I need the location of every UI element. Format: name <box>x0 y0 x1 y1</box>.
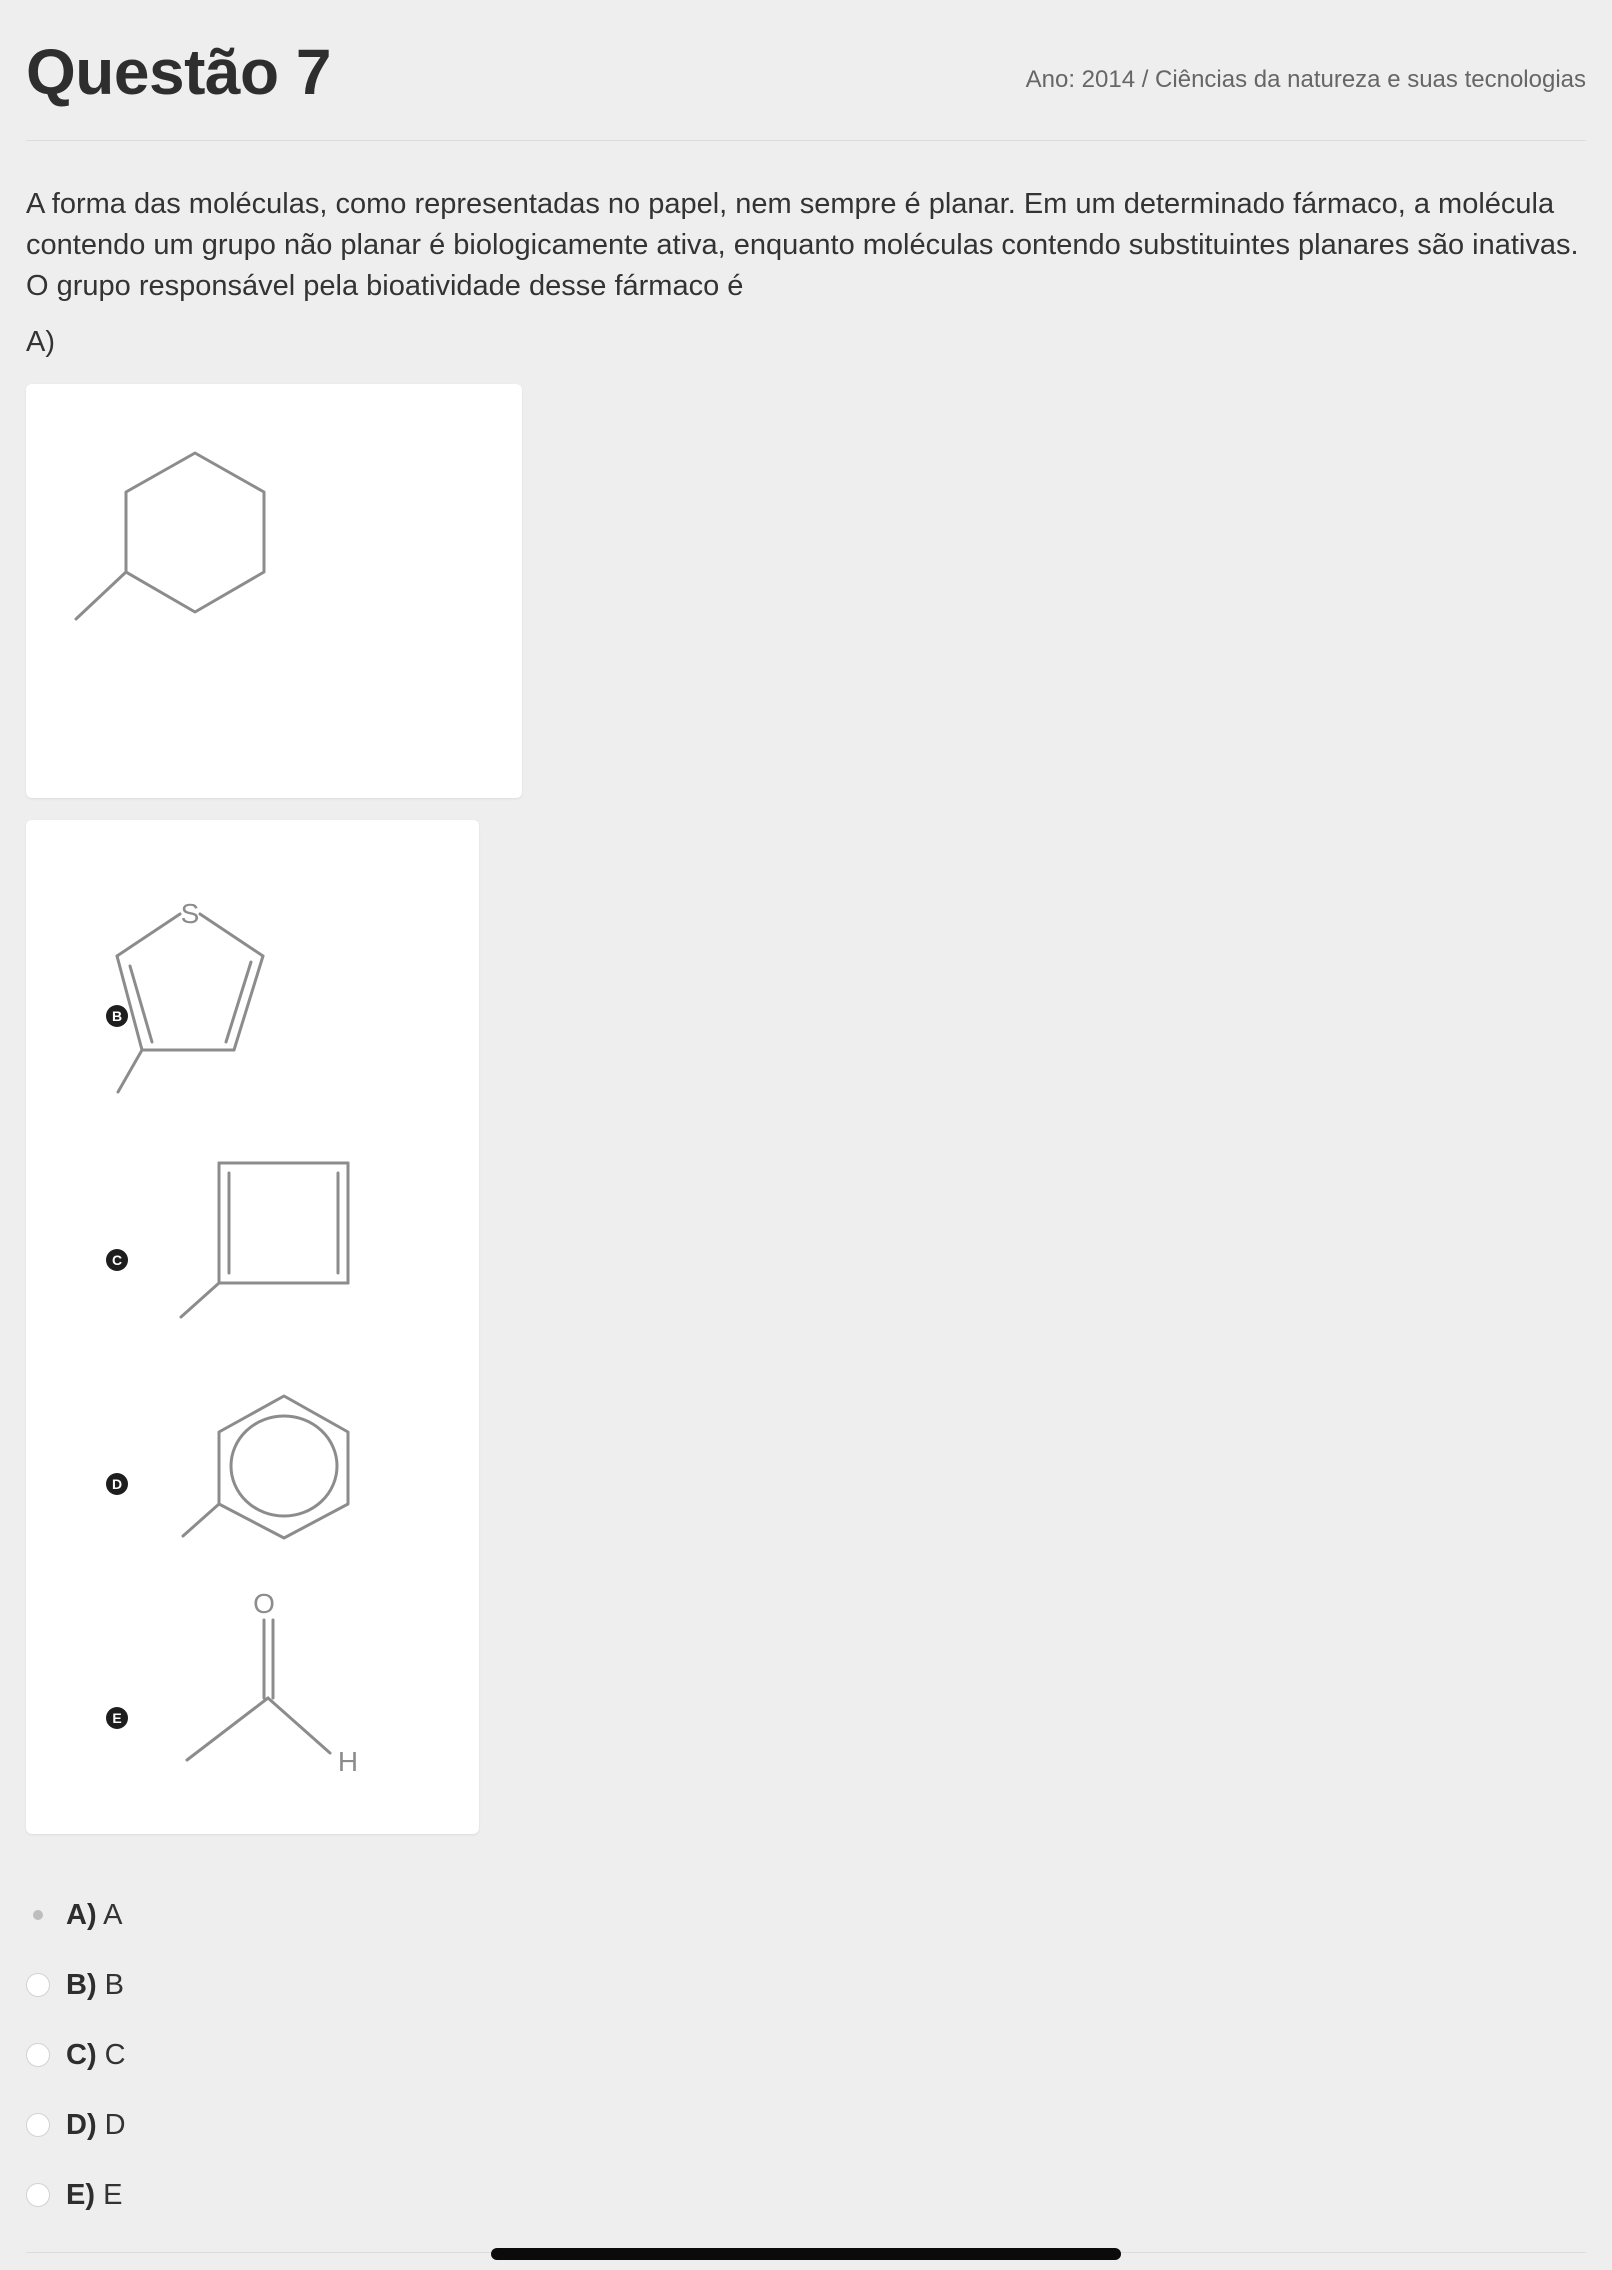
answer-option-b[interactable]: B) B <box>26 1950 626 2020</box>
answer-e-text: E <box>103 2178 123 2211</box>
option-d-aromatic-circle <box>229 1414 339 1518</box>
option-e-methyl-bond <box>185 1696 270 1762</box>
answer-a-label: A) A <box>66 1899 122 1932</box>
option-b-sulfur-atom: S <box>181 898 200 929</box>
answer-c-radio[interactable] <box>26 2043 50 2067</box>
option-d-methyl-bond <box>181 1502 221 1538</box>
option-a-label: A) <box>26 326 55 358</box>
options-b-e-image-card: B S C D E O H <box>26 820 479 1834</box>
answer-b-letter: B) <box>66 1968 97 2001</box>
option-c-marker: C <box>106 1249 128 1271</box>
answer-e-letter: E) <box>66 2178 95 2211</box>
answer-c-letter: C) <box>66 2038 97 2071</box>
answer-d-radio[interactable] <box>26 2113 50 2137</box>
option-e-marker: E <box>106 1707 128 1729</box>
option-b-bond-s-c2 <box>115 912 182 958</box>
option-d-structure: D <box>106 1394 350 1540</box>
option-b-bond-s-c5 <box>198 912 265 958</box>
cyclohexane-ring <box>124 451 266 614</box>
option-d-marker: D <box>106 1473 128 1495</box>
option-c-methyl-bond <box>179 1281 221 1319</box>
answer-option-e[interactable]: E) E <box>26 2160 626 2230</box>
answer-c-label: C) C <box>66 2039 126 2072</box>
methyl-bond <box>74 570 128 621</box>
option-d-marker-letter: D <box>112 1476 122 1492</box>
answer-e-label: E) E <box>66 2179 122 2212</box>
answer-a-text: A <box>103 1898 123 1931</box>
answer-c-text: C <box>104 2038 126 2071</box>
answer-d-label: D) D <box>66 2109 126 2142</box>
answer-e-radio[interactable] <box>26 2183 50 2207</box>
answer-b-text: B <box>104 1968 125 2001</box>
option-b-double-bond-c2-c3 <box>128 964 154 1044</box>
answer-option-d[interactable]: D) D <box>26 2090 626 2160</box>
option-e-hydrogen-atom: H <box>338 1746 358 1777</box>
question-statement: A forma das moléculas, como representada… <box>26 188 1579 302</box>
option-b-structure: B S <box>106 898 265 1094</box>
option-e-marker-letter: E <box>112 1710 121 1726</box>
methylcyclohexane-structure <box>74 451 266 621</box>
option-b-methyl-bond <box>116 1048 144 1094</box>
question-header: Questão 7 Ano: 2014 / Ciências da nature… <box>26 24 1586 141</box>
home-indicator[interactable] <box>491 2248 1121 2260</box>
answer-d-letter: D) <box>66 2108 97 2141</box>
answer-a-letter: A) <box>66 1898 97 1931</box>
option-b-marker: B <box>106 1005 128 1027</box>
option-c-structure: C <box>106 1161 350 1319</box>
answer-d-text: D <box>104 2108 126 2141</box>
answer-option-a[interactable]: A) A <box>26 1880 626 1950</box>
question-title: Questão 7 <box>26 36 331 108</box>
option-e-oxygen-atom: O <box>253 1588 275 1619</box>
option-e-structure: E O H <box>106 1588 358 1777</box>
options-b-e-structures: B S C D E O H <box>106 898 358 1777</box>
answer-b-radio[interactable] <box>26 1973 50 1997</box>
option-b-bond-c2-c3 <box>115 954 144 1052</box>
option-c-marker-letter: C <box>112 1252 122 1268</box>
answer-options: A) A B) B C) C D) D E) E <box>26 1880 626 2230</box>
answer-b-label: B) B <box>66 1969 124 2002</box>
answer-a-radio[interactable] <box>33 1910 43 1920</box>
option-e-hydrogen-bond <box>266 1696 332 1755</box>
option-a-image-card <box>26 384 522 798</box>
option-b-marker-letter: B <box>112 1008 122 1024</box>
answer-option-c[interactable]: C) C <box>26 2020 626 2090</box>
question-meta: Ano: 2014 / Ciências da natureza e suas … <box>1025 66 1586 93</box>
